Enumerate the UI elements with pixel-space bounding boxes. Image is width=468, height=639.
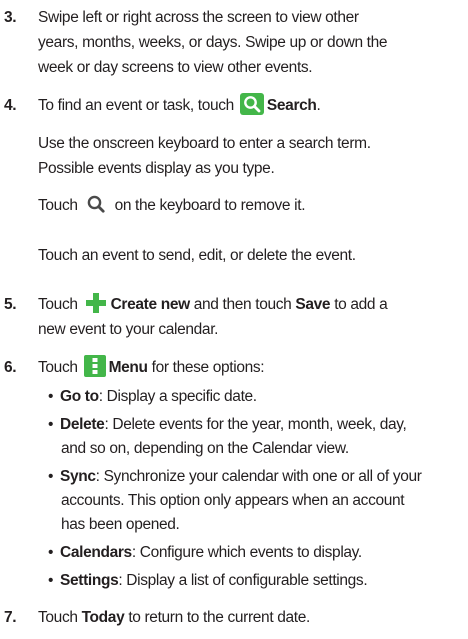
list-item: • Delete: Delete events for the year, mon… [48, 416, 407, 433]
step-6-line-1: Touch Menu for these options: [38, 354, 468, 380]
search-label: Search [266, 97, 317, 114]
list-item-continuation: and so on, depending on the Calendar vie… [61, 440, 349, 457]
step-number: 3. [4, 9, 17, 26]
step-3-line-2: years, months, weeks, or days. Swipe up … [38, 34, 388, 51]
step-4-para-1: Use the onscreen keyboard to enter a sea… [38, 135, 371, 177]
step-4-pre: To find an event or task, touch [38, 97, 234, 114]
step-7-line-1: Touch Today to return to the current dat… [38, 609, 310, 626]
step-5-line-2: new event to your calendar. [38, 321, 219, 338]
today-label: Today [81, 609, 125, 626]
step-number: 4. [4, 97, 17, 114]
step-4-text: To find an event or task, touch Search. [38, 92, 468, 118]
create-new-label: Create new [110, 296, 191, 313]
step-3-line-1: Swipe left or right across the screen to… [38, 9, 359, 26]
step-3-text: Swipe left or right across the screen to… [38, 5, 468, 80]
list-item: • Settings: Display a list of configurabl… [48, 572, 368, 589]
list-item: • Go to: Display a specific date. [48, 388, 257, 405]
step-6-text: Touch Menu for these options: [38, 354, 468, 380]
step-5-text: Touch Create new and then touch Save to … [38, 292, 468, 342]
list-item-continuation: accounts. This option only appears when … [61, 492, 405, 509]
step-number: 6. [4, 359, 17, 376]
step-4-para-2: Touch on the keyboard to remove it. [38, 193, 306, 218]
menu-icon [83, 354, 106, 377]
menu-label: Menu [108, 359, 148, 376]
step-4-para-3: Touch an event to send, edit, or delete … [38, 247, 356, 264]
save-label: Save [295, 296, 331, 313]
list-item-continuation: has been opened. [61, 516, 180, 533]
step-5-line-1: Touch Create new and then touch Save to … [38, 292, 468, 317]
list-item: • Calendars: Configure which events to di… [48, 544, 362, 561]
step-7-text: Touch Today to return to the current dat… [38, 605, 468, 630]
plus-icon [84, 292, 108, 314]
step-number: 5. [4, 296, 17, 313]
step-3-line-3: week or day screens to view other events… [38, 59, 313, 76]
step-number: 7. [4, 609, 17, 626]
step-4-line-1: To find an event or task, touch Search. [38, 92, 468, 118]
search-icon [239, 92, 264, 115]
list-item: • Sync: Synchronize your calendar with on… [48, 468, 422, 485]
search-icon [84, 193, 108, 215]
